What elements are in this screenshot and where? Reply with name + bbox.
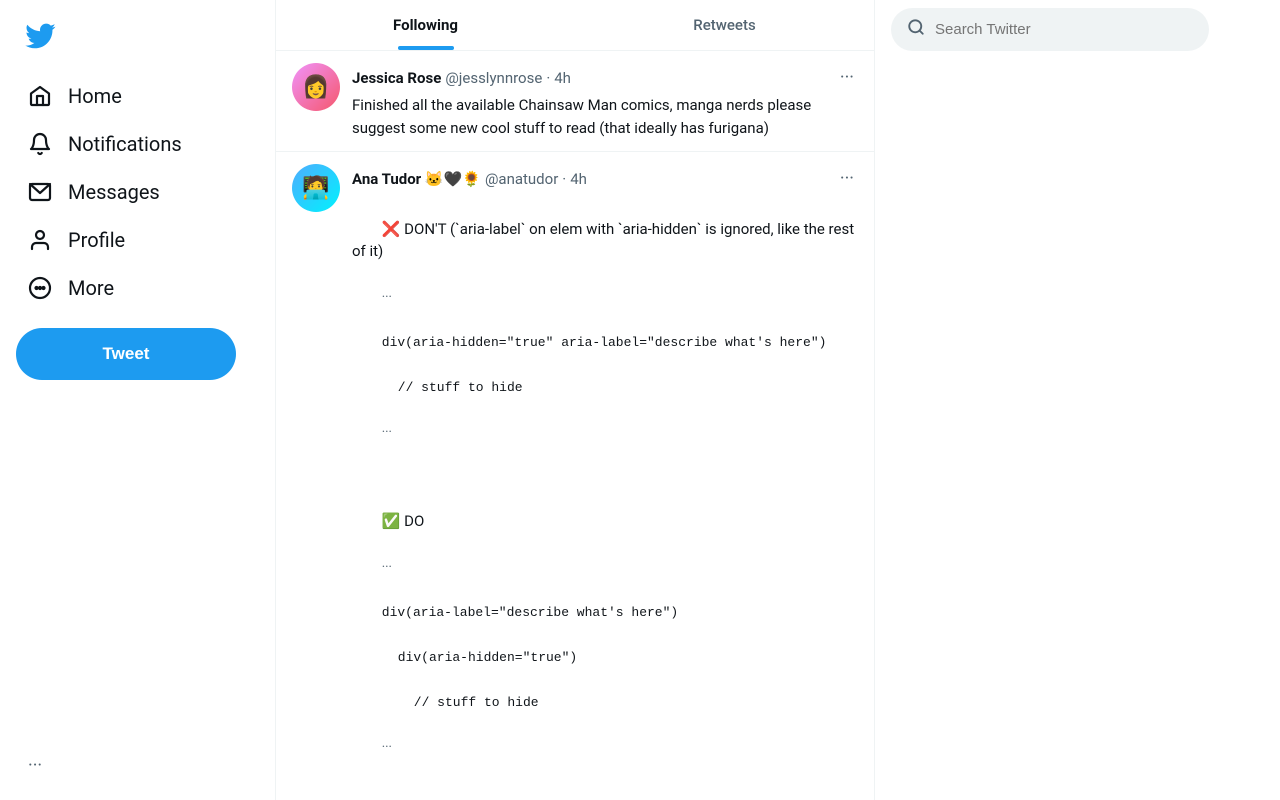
- mail-icon: [28, 180, 52, 204]
- tweet-body-jessica: Jessica Rose @jesslynnrose · 4h ··· Fini…: [352, 63, 858, 139]
- sidebar-more-dots: ···: [12, 755, 42, 776]
- nav-label-profile: Profile: [68, 228, 125, 252]
- tweet-more-ana[interactable]: ···: [836, 164, 858, 193]
- twitter-logo[interactable]: [12, 8, 68, 68]
- bell-icon: [28, 132, 52, 156]
- nav-label-notifications: Notifications: [68, 132, 182, 156]
- home-icon: [28, 84, 52, 108]
- tweet-dot-jessica: ·: [546, 69, 550, 87]
- search-bar[interactable]: [891, 8, 1209, 51]
- more-circle-icon: [28, 276, 52, 300]
- main-feed: Following Retweets 👩 Jessica Rose @jessl…: [275, 0, 875, 800]
- tweet-header-jessica: Jessica Rose @jesslynnrose · 4h ···: [352, 63, 858, 92]
- tweet-card-jessica[interactable]: 👩 Jessica Rose @jesslynnrose · 4h ··· Fi…: [276, 51, 874, 152]
- sidebar: Home Notifications Messages Profile More: [0, 0, 275, 800]
- right-sidebar: [875, 0, 1225, 800]
- nav-item-more[interactable]: More: [12, 264, 198, 312]
- tweet-header-ana: Ana Tudor 🐱🖤🌻 @anatudor · 4h ···: [352, 164, 858, 193]
- tweet-more-jessica[interactable]: ···: [836, 63, 858, 92]
- nav-label-more: More: [68, 276, 114, 300]
- tweet-handle-ana: @anatudor: [485, 170, 558, 188]
- nav-label-home: Home: [68, 84, 122, 108]
- feed-tabs: Following Retweets: [276, 0, 874, 51]
- tweet-body-ana: Ana Tudor 🐱🖤🌻 @anatudor · 4h ··· ❌ DON'T…: [352, 164, 858, 800]
- tweet-meta-ana: Ana Tudor 🐱🖤🌻 @anatudor · 4h: [352, 170, 587, 188]
- tweet-time-ana: 4h: [570, 170, 587, 188]
- tab-retweets[interactable]: Retweets: [575, 0, 874, 50]
- tweet-card-ana[interactable]: 🧑‍💻 Ana Tudor 🐱🖤🌻 @anatudor · 4h ··· ❌ D…: [276, 152, 874, 800]
- nav-item-profile[interactable]: Profile: [12, 216, 198, 264]
- tab-following[interactable]: Following: [276, 0, 575, 50]
- tweet-text-ana: ❌ DON'T (`aria-label` on elem with `aria…: [352, 195, 858, 800]
- nav-item-messages[interactable]: Messages: [12, 168, 198, 216]
- person-icon: [28, 228, 52, 252]
- search-input[interactable]: [935, 21, 1193, 38]
- nav-item-notifications[interactable]: Notifications: [12, 120, 198, 168]
- twitter-logo-icon: [24, 20, 56, 52]
- tweet-name-ana: Ana Tudor 🐱🖤🌻: [352, 170, 481, 188]
- nav-label-messages: Messages: [68, 180, 160, 204]
- search-icon: [907, 18, 925, 41]
- tweet-button[interactable]: Tweet: [16, 328, 236, 380]
- tweet-name-jessica: Jessica Rose: [352, 69, 441, 87]
- nav-item-home[interactable]: Home: [12, 72, 198, 120]
- avatar-ana: 🧑‍💻: [292, 164, 340, 212]
- tweet-meta-jessica: Jessica Rose @jesslynnrose · 4h: [352, 69, 571, 87]
- tweet-time-jessica: 4h: [554, 69, 571, 87]
- avatar-jessica: 👩: [292, 63, 340, 111]
- tweet-handle-jessica: @jesslynnrose: [445, 69, 542, 87]
- main-nav: Home Notifications Messages Profile More: [12, 72, 198, 312]
- tweet-text-jessica: Finished all the available Chainsaw Man …: [352, 94, 858, 139]
